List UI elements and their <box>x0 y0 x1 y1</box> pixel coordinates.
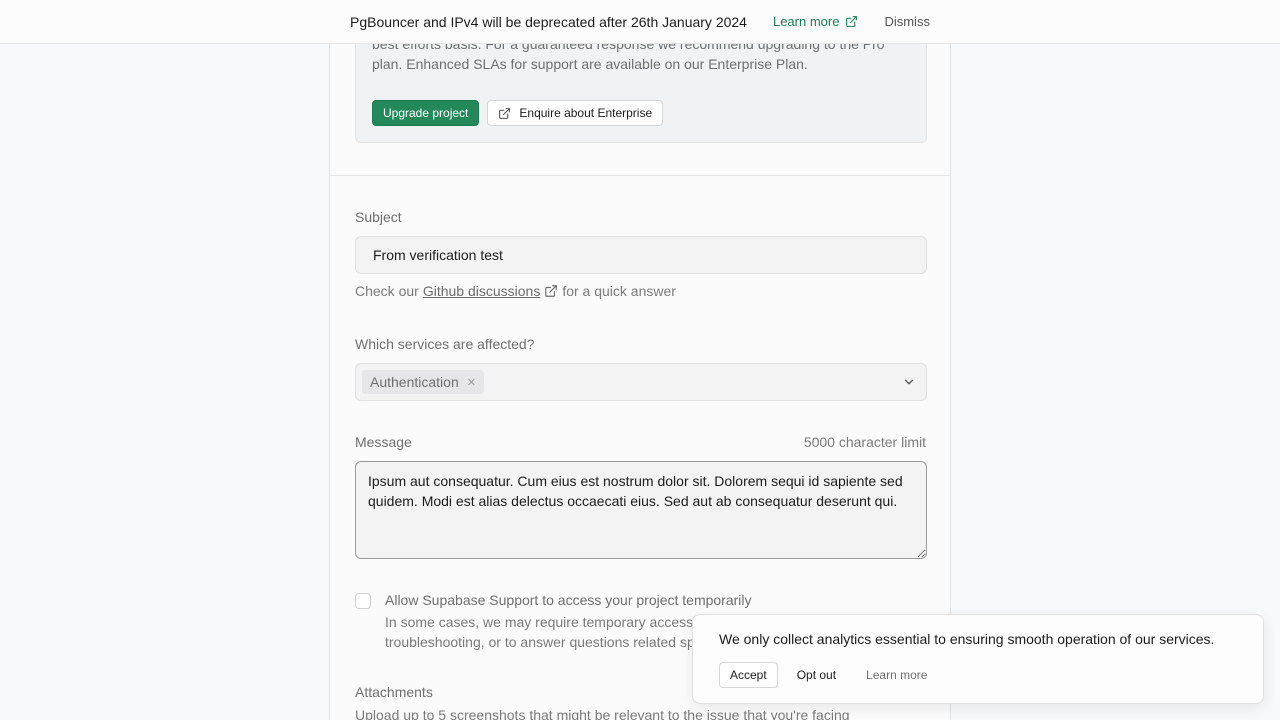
upgrade-project-button[interactable]: Upgrade project <box>372 100 480 126</box>
attachments-description: Upload up to 5 screenshots that might be… <box>355 707 850 720</box>
external-link-icon <box>846 16 858 27</box>
attachments-label: Attachments <box>355 684 433 700</box>
subject-help-suffix: for a quick answer <box>562 283 676 299</box>
banner-learn-more-label: Learn more <box>772 14 840 29</box>
subject-input[interactable]: From verification test <box>355 236 927 274</box>
banner-dismiss-button[interactable]: Dismiss <box>884 14 930 29</box>
enquire-enterprise-button[interactable]: Enquire about Enterprise <box>487 100 664 126</box>
banner-text: PgBouncer and IPv4 will be deprecated af… <box>350 13 747 30</box>
section-divider <box>330 175 950 176</box>
external-link-icon <box>499 107 511 119</box>
support-access-checkbox[interactable] <box>355 593 371 609</box>
cookie-opt-out-button[interactable]: Opt out <box>797 668 836 682</box>
cookie-consent-text: We only collect analytics essential to e… <box>719 631 1215 647</box>
cookie-consent-toast: We only collect analytics essential to e… <box>692 614 1264 704</box>
chevron-down-icon[interactable] <box>902 375 916 389</box>
deprecation-banner: PgBouncer and IPv4 will be deprecated af… <box>0 0 1280 44</box>
service-chip-label: Authentication <box>370 374 459 390</box>
message-textarea[interactable]: Ipsum aut consequatur. Cum eius est nost… <box>355 461 927 559</box>
enquire-enterprise-label: Enquire about Enterprise <box>519 106 653 120</box>
subject-label: Subject <box>355 209 402 225</box>
message-char-limit: 5000 character limit <box>803 434 926 450</box>
cookie-learn-more-link[interactable]: Learn more <box>866 668 927 682</box>
message-label: Message <box>355 434 412 450</box>
subject-help-prefix: Check our <box>355 283 419 299</box>
service-chip: Authentication ✕ <box>362 370 484 394</box>
services-label: Which services are affected? <box>355 336 535 352</box>
plan-notice-actions: Upgrade project Enquire about Enterprise <box>372 100 664 126</box>
close-icon[interactable]: ✕ <box>467 376 476 389</box>
support-form-panel: best efforts basis. For a guaranteed res… <box>329 0 951 720</box>
subject-help: Check our Github discussions for a quick… <box>355 283 676 299</box>
github-discussions-link[interactable]: Github discussions <box>423 283 541 299</box>
support-access-title: Allow Supabase Support to access your pr… <box>385 592 752 608</box>
cookie-accept-button[interactable]: Accept <box>719 662 778 688</box>
subject-value: From verification test <box>373 247 503 263</box>
banner-learn-more-link[interactable]: Learn more <box>773 14 858 29</box>
services-select[interactable]: Authentication ✕ <box>355 363 927 401</box>
cookie-consent-actions: Accept Opt out Learn more <box>719 662 927 688</box>
external-link-icon <box>545 285 558 297</box>
